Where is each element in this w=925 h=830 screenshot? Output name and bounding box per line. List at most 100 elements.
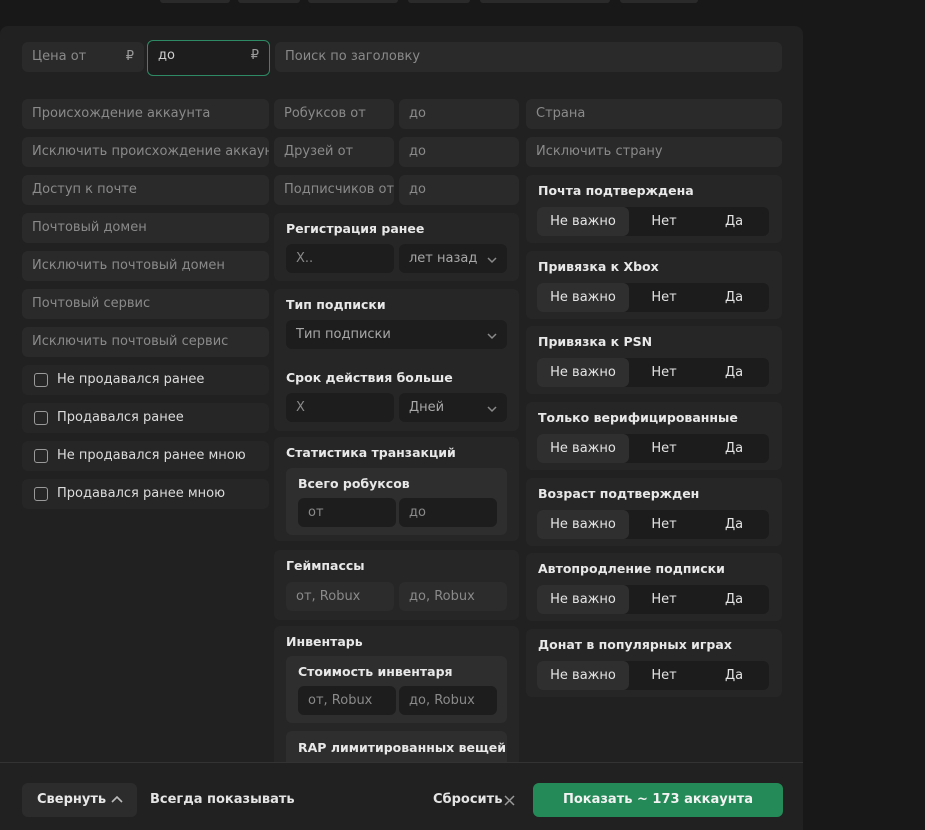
exclude-country-label: Исключить страну	[536, 144, 663, 159]
segment-option[interactable]: Да	[699, 207, 769, 236]
price-from-input[interactable]: Цена от ₽	[22, 42, 144, 72]
exclude-mail-service-label: Исключить почтовый сервис	[32, 334, 229, 349]
robux-from-input[interactable]: Робуксов от	[274, 99, 394, 129]
segment-option[interactable]: Да	[699, 358, 769, 387]
top-tab-stub	[480, 0, 610, 3]
subscription-title: Тип подписки	[286, 297, 386, 312]
segment-option[interactable]: Нет	[629, 358, 699, 387]
subscription-duration-unit-label: Дней	[409, 400, 445, 415]
mail-service-select[interactable]: Почтовый сервис	[22, 289, 269, 319]
segment-option[interactable]: Да	[699, 434, 769, 463]
checkbox-icon[interactable]	[34, 411, 48, 425]
checkbox-label: Продавался ранее мною	[57, 486, 226, 501]
verified-only-box: Только верифицированные Не важно Нет Да	[526, 402, 782, 470]
gamepasses-from-input[interactable]: от, Robux	[286, 582, 394, 611]
segment-option[interactable]: Не важно	[537, 358, 629, 387]
segment-option[interactable]: Да	[699, 585, 769, 614]
chevron-down-icon	[487, 257, 497, 264]
mail-access-select[interactable]: Доступ к почте	[22, 175, 269, 205]
account-origin-select[interactable]: Происхождение аккаунта	[22, 99, 269, 129]
checkbox-icon[interactable]	[34, 449, 48, 463]
always-show-button[interactable]: Всегда показывать	[150, 783, 295, 817]
segment-option[interactable]: Не важно	[537, 661, 629, 690]
segment-option[interactable]: Не важно	[537, 510, 629, 539]
robux-to-input[interactable]: до	[399, 99, 519, 129]
title-search-input[interactable]: Поиск по заголовку	[275, 42, 782, 72]
exclude-country-select[interactable]: Исключить страну	[526, 137, 782, 167]
top-tab-stub	[308, 0, 398, 3]
popular-games-donate-box: Донат в популярных играх Не важно Нет Да	[526, 629, 782, 697]
psn-link-box: Привязка к PSN Не важно Нет Да	[526, 326, 782, 394]
segment-option[interactable]: Нет	[629, 510, 699, 539]
inventory-cost-title: Стоимость инвентаря	[298, 664, 453, 679]
segment-option[interactable]: Да	[699, 510, 769, 539]
registration-title: Регистрация ранее	[286, 221, 425, 236]
segment-option[interactable]: Да	[699, 661, 769, 690]
country-select[interactable]: Страна	[526, 99, 782, 129]
checkbox-sold-before[interactable]: Продавался ранее	[22, 403, 269, 433]
subscription-type-select[interactable]: Тип подписки	[286, 320, 507, 349]
inventory-title: Инвентарь	[286, 634, 363, 649]
subscription-duration-input[interactable]: X	[286, 393, 394, 422]
total-robux-from-input[interactable]: от	[298, 498, 396, 527]
reset-button[interactable]: Сбросить	[433, 783, 502, 817]
collapse-button[interactable]: Свернуть	[22, 783, 137, 817]
footer-bar: Свернуть Всегда показывать Сбросить Пока…	[0, 762, 803, 830]
segment-option[interactable]: Нет	[629, 434, 699, 463]
inventory-cost-to-input[interactable]: до, Robux	[399, 686, 497, 715]
ruble-icon: ₽	[125, 49, 134, 64]
subscribers-to-input[interactable]: до	[399, 175, 519, 205]
mail-confirmed-title: Почта подтверждена	[538, 183, 694, 198]
segment-option[interactable]: Нет	[629, 207, 699, 236]
inventory-cost-box: Стоимость инвентаря от, Robux до, Robux	[286, 656, 507, 723]
mail-access-label: Доступ к почте	[32, 182, 137, 197]
close-icon[interactable]	[504, 795, 515, 806]
subscription-duration-unit-select[interactable]: Дней	[399, 393, 507, 422]
top-tab-stub	[408, 0, 470, 3]
auto-renew-segmented-control: Не важно Нет Да	[537, 585, 769, 614]
auto-renew-box: Автопродление подписки Не важно Нет Да	[526, 553, 782, 621]
subscription-duration-placeholder: X	[296, 400, 305, 415]
gamepasses-to-input[interactable]: до, Robux	[399, 582, 507, 611]
checkbox-label: Не продавался ранее	[57, 372, 205, 387]
account-origin-label: Происхождение аккаунта	[32, 106, 211, 121]
robux-to-label: до	[409, 106, 426, 121]
total-robux-to-placeholder: до	[409, 505, 426, 520]
registration-box: Регистрация ранее X.. лет назад	[274, 213, 519, 281]
exclude-mail-domain-input[interactable]: Исключить почтовый домен	[22, 251, 269, 281]
registration-years-input[interactable]: X..	[286, 244, 394, 273]
registration-unit-select[interactable]: лет назад	[399, 244, 507, 273]
exclude-mail-service-select[interactable]: Исключить почтовый сервис	[22, 327, 269, 357]
mail-confirmed-box: Почта подтверждена Не важно Нет Да	[526, 175, 782, 243]
show-results-button[interactable]: Показать ~ 173 аккаунта	[533, 783, 783, 817]
checkbox-icon[interactable]	[34, 487, 48, 501]
segment-option[interactable]: Не важно	[537, 434, 629, 463]
price-from-placeholder: Цена от	[32, 49, 87, 64]
subscription-box: Тип подписки Тип подписки Срок действия …	[274, 289, 519, 431]
inventory-cost-from-input[interactable]: от, Robux	[298, 686, 396, 715]
top-tab-stub	[238, 0, 300, 3]
segment-option[interactable]: Не важно	[537, 207, 629, 236]
segment-option[interactable]: Не важно	[537, 283, 629, 312]
registration-unit-label: лет назад	[409, 251, 478, 266]
mail-confirmed-segmented-control: Не важно Нет Да	[537, 207, 769, 236]
checkbox-sold-by-me[interactable]: Продавался ранее мною	[22, 479, 269, 509]
total-robux-to-input[interactable]: до	[399, 498, 497, 527]
xbox-link-segmented-control: Не важно Нет Да	[537, 283, 769, 312]
segment-option[interactable]: Нет	[629, 283, 699, 312]
subscribers-from-input[interactable]: Подписчиков от	[274, 175, 394, 205]
price-to-input[interactable]: до ₽	[147, 40, 270, 76]
checkbox-icon[interactable]	[34, 373, 48, 387]
segment-option[interactable]: Не важно	[537, 585, 629, 614]
gamepasses-to-placeholder: до, Robux	[409, 589, 475, 604]
auto-renew-title: Автопродление подписки	[538, 561, 725, 576]
mail-domain-input[interactable]: Почтовый домен	[22, 213, 269, 243]
exclude-origin-select[interactable]: Исключить происхождение аккаунт	[22, 137, 269, 167]
friends-from-input[interactable]: Друзей от	[274, 137, 394, 167]
friends-to-input[interactable]: до	[399, 137, 519, 167]
segment-option[interactable]: Нет	[629, 585, 699, 614]
segment-option[interactable]: Нет	[629, 661, 699, 690]
segment-option[interactable]: Да	[699, 283, 769, 312]
checkbox-not-sold-before[interactable]: Не продавался ранее	[22, 365, 269, 395]
checkbox-not-sold-by-me[interactable]: Не продавался ранее мною	[22, 441, 269, 471]
